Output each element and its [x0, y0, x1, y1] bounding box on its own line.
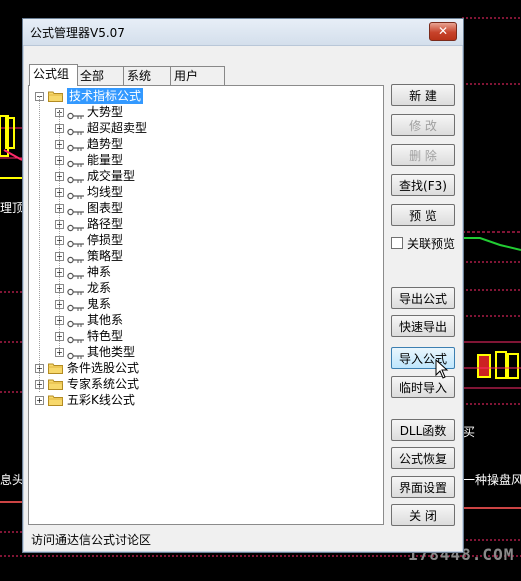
- tree-item[interactable]: + 能量型: [29, 152, 383, 168]
- tree-connector: [59, 112, 60, 352]
- tree-item[interactable]: + 龙系: [29, 280, 383, 296]
- tab-formula-group[interactable]: 公式组: [29, 64, 78, 86]
- key-icon: [67, 252, 85, 264]
- tree-item-label: 其他系: [87, 313, 124, 327]
- tree-root[interactable]: + 专家系统公式: [29, 376, 383, 392]
- link-preview-label: 关联预览: [407, 237, 456, 251]
- folder-icon: [48, 394, 63, 406]
- tab-all[interactable]: 全部: [76, 66, 125, 85]
- folder-icon: [48, 378, 63, 390]
- title-bar[interactable]: 公式管理器V5.07 ✕: [23, 19, 463, 46]
- folder-icon: [48, 90, 63, 102]
- tree-item-label: 成交量型: [87, 169, 136, 183]
- key-icon: [67, 108, 85, 120]
- tree-item-label: 五彩K线公式: [67, 393, 135, 407]
- key-icon: [67, 156, 85, 168]
- status-bar-text[interactable]: 访问通达信公式讨论区: [31, 531, 151, 548]
- tree-item-label: 停损型: [87, 233, 124, 247]
- window-title: 公式管理器V5.07: [30, 26, 125, 40]
- tree-item-label: 路径型: [87, 217, 124, 231]
- formula-tree[interactable]: − 技术指标公式 + 大势型 + 超买超卖型 + 趋势型 + 能量型 + 成交量型 + 均线型 + 图表型 + 路…: [29, 86, 383, 524]
- tree-item-label: 专家系统公式: [67, 377, 140, 391]
- key-icon: [67, 204, 85, 216]
- tree-item[interactable]: + 策略型: [29, 248, 383, 264]
- temp-import-button[interactable]: 临时导入: [391, 376, 455, 398]
- tree-item-label: 大势型: [87, 105, 124, 119]
- key-icon: [67, 188, 85, 200]
- tree-item-label: 条件选股公式: [67, 361, 140, 375]
- key-icon: [67, 140, 85, 152]
- tree-item-label: 图表型: [87, 201, 124, 215]
- key-icon: [67, 268, 85, 280]
- formula-tree-panel[interactable]: − 技术指标公式 + 大势型 + 超买超卖型 + 趋势型 + 能量型 + 成交量型 + 均线型 + 图表型 + 路…: [28, 85, 384, 525]
- tree-item-label: 神系: [87, 265, 112, 279]
- tree-item[interactable]: + 停损型: [29, 232, 383, 248]
- chart-label-bottom-left: 息头: [0, 473, 25, 487]
- tree-item[interactable]: + 超买超卖型: [29, 120, 383, 136]
- tree-item[interactable]: + 鬼系: [29, 296, 383, 312]
- mouse-pointer-icon: [435, 359, 449, 379]
- tree-item[interactable]: + 特色型: [29, 328, 383, 344]
- delete-button[interactable]: 删 除: [391, 144, 455, 166]
- tree-item-label: 均线型: [87, 185, 124, 199]
- expand-icon[interactable]: +: [35, 396, 44, 405]
- close-button[interactable]: 关 闭: [391, 504, 455, 526]
- formula-manager-window: 公式管理器V5.07 ✕ 公式组 全部 系统 用户 − 技术指标公式 + 大势型 + 超买…: [22, 18, 464, 553]
- quick-export-button[interactable]: 快速导出: [391, 315, 455, 337]
- tree-item-label: 鬼系: [87, 297, 112, 311]
- tree-item[interactable]: + 路径型: [29, 216, 383, 232]
- tree-item[interactable]: + 其他类型: [29, 344, 383, 360]
- tree-item[interactable]: + 成交量型: [29, 168, 383, 184]
- new-button[interactable]: 新 建: [391, 84, 455, 106]
- tree-item-label: 趋势型: [87, 137, 124, 151]
- tree-item-label: 技术指标公式: [67, 88, 144, 104]
- tree-root-technical[interactable]: − 技术指标公式: [29, 88, 383, 104]
- formula-restore-button[interactable]: 公式恢复: [391, 447, 455, 469]
- find-button[interactable]: 查找(F3): [391, 174, 455, 196]
- tree-item-label: 其他类型: [87, 345, 136, 359]
- tab-user[interactable]: 用户: [170, 66, 225, 85]
- chart-label-mid-right: 买: [463, 425, 476, 439]
- ui-settings-button[interactable]: 界面设置: [391, 476, 455, 498]
- chart-label-bottom-right: 一种操盘风: [463, 473, 521, 487]
- chart-label-left: 理顶: [0, 201, 25, 215]
- modify-button[interactable]: 修 改: [391, 114, 455, 136]
- key-icon: [67, 284, 85, 296]
- folder-icon: [48, 362, 63, 374]
- tree-root[interactable]: + 条件选股公式: [29, 360, 383, 376]
- tree-item[interactable]: + 趋势型: [29, 136, 383, 152]
- preview-button[interactable]: 预 览: [391, 204, 455, 226]
- key-icon: [67, 172, 85, 184]
- close-icon[interactable]: ✕: [429, 22, 457, 41]
- key-icon: [67, 348, 85, 360]
- key-icon: [67, 236, 85, 248]
- tree-item-label: 特色型: [87, 329, 124, 343]
- key-icon: [67, 220, 85, 232]
- dll-function-button[interactable]: DLL函数: [391, 419, 455, 441]
- export-formula-button[interactable]: 导出公式: [391, 287, 455, 309]
- key-icon: [67, 124, 85, 136]
- tree-item[interactable]: + 大势型: [29, 104, 383, 120]
- tree-item[interactable]: + 均线型: [29, 184, 383, 200]
- tree-item-label: 龙系: [87, 281, 112, 295]
- tree-item-label: 超买超卖型: [87, 121, 148, 135]
- tree-item-label: 能量型: [87, 153, 124, 167]
- tree-item-label: 策略型: [87, 249, 124, 263]
- key-icon: [67, 316, 85, 328]
- tree-item[interactable]: + 图表型: [29, 200, 383, 216]
- tab-system[interactable]: 系统: [123, 66, 172, 85]
- tree-item[interactable]: + 神系: [29, 264, 383, 280]
- tree-item[interactable]: + 其他系: [29, 312, 383, 328]
- tree-connector: [39, 96, 40, 392]
- key-icon: [67, 332, 85, 344]
- tree-root[interactable]: + 五彩K线公式: [29, 392, 383, 408]
- key-icon: [67, 300, 85, 312]
- checkbox-box[interactable]: [391, 237, 403, 249]
